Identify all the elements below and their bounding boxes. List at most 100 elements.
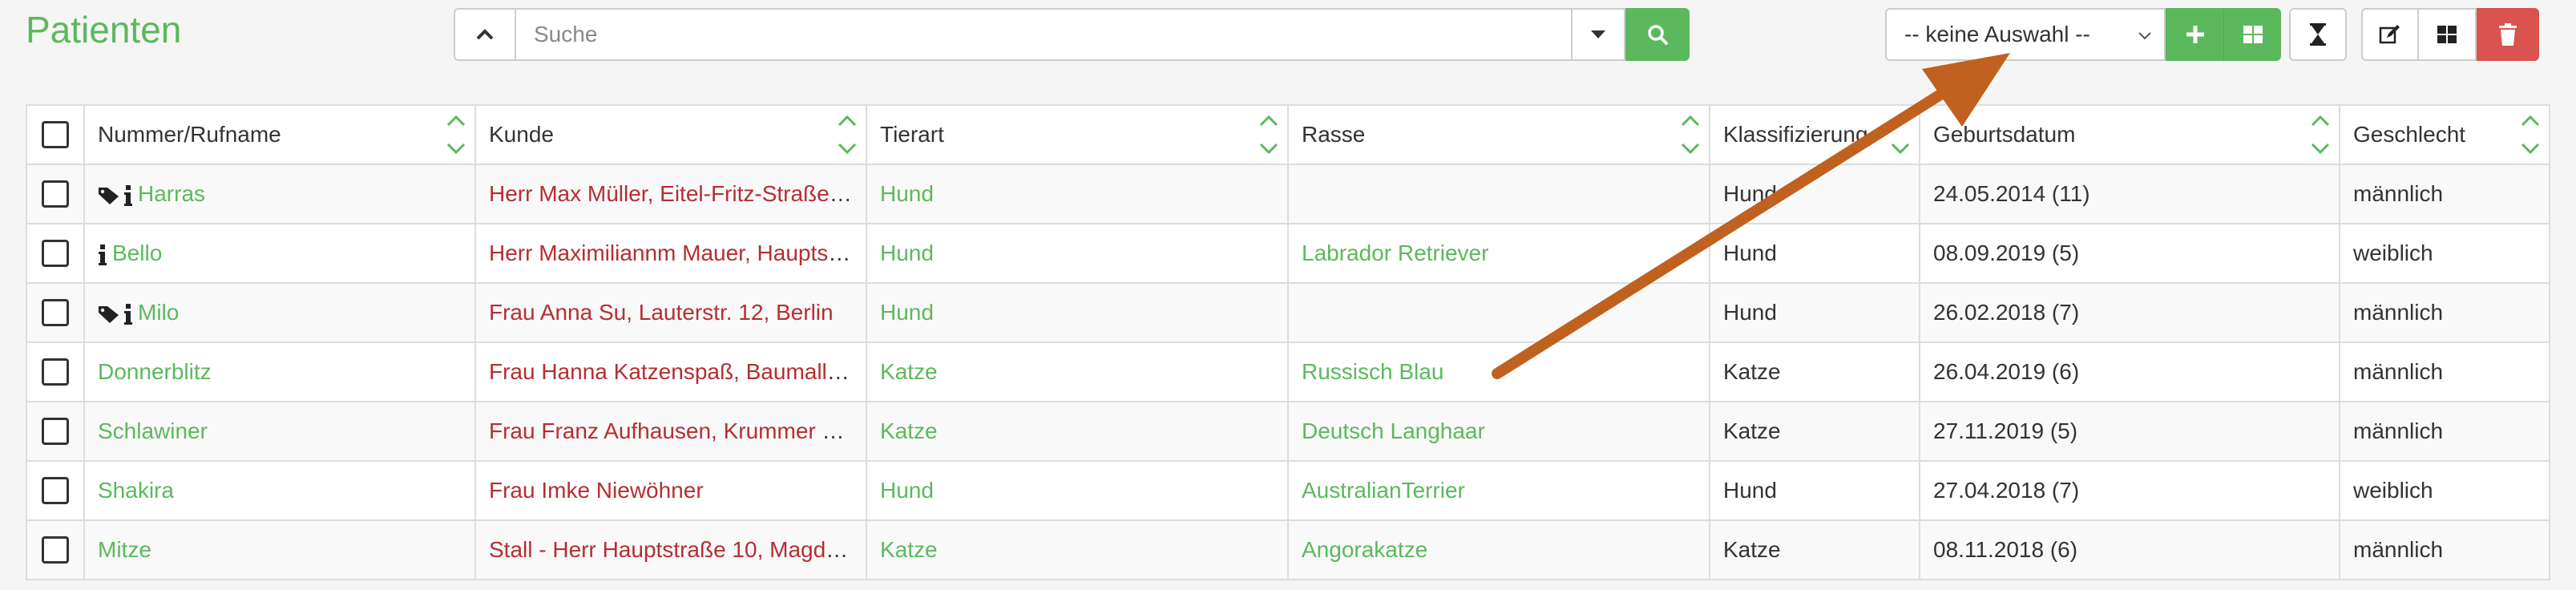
cell-kunde[interactable]: Frau Hanna Katzenspaß, Baumalle… [474, 341, 867, 402]
table-row[interactable]: Donnerblitz Frau Hanna Katzenspaß, Baumal… [26, 341, 2550, 402]
row-checkbox[interactable] [42, 418, 69, 446]
patient-name-link[interactable]: Shakira [98, 478, 174, 503]
grid-view-button[interactable] [2223, 8, 2281, 61]
cell-name[interactable]: Shakira [83, 460, 476, 521]
row-checkbox-cell[interactable] [26, 460, 85, 521]
view-select[interactable]: -- keine Auswahl -- [1885, 8, 2166, 61]
sort-icon[interactable] [837, 112, 858, 157]
breed-link[interactable]: Deutsch Langhaar [1302, 418, 1485, 443]
hourglass-button[interactable] [2289, 8, 2347, 61]
column-header[interactable]: Geschlecht [2339, 104, 2550, 165]
row-checkbox[interactable] [42, 358, 69, 386]
column-header[interactable]: Tierart [866, 104, 1289, 165]
patient-name-link[interactable]: Donnerblitz [98, 359, 212, 384]
sort-icon[interactable] [2520, 112, 2541, 157]
edit-button[interactable] [2361, 8, 2419, 61]
breed-link[interactable]: Russisch Blau [1302, 359, 1443, 384]
cell-name[interactable]: Mitze [83, 519, 476, 580]
column-header[interactable]: Rasse [1287, 104, 1710, 165]
cell-tierart[interactable]: Hund [866, 282, 1289, 343]
customer-link[interactable]: Herr Maximiliannm Mauer, Hauptst… [489, 240, 857, 265]
row-checkbox-cell[interactable] [26, 164, 85, 224]
row-checkbox[interactable] [42, 180, 69, 208]
table-row[interactable]: Bello Herr Maximiliannm Mauer, Hauptst… Hu… [26, 223, 2550, 284]
cell-name[interactable]: Harras [83, 164, 476, 224]
cell-rasse[interactable] [1287, 164, 1710, 224]
species-link[interactable]: Hund [880, 300, 934, 325]
sort-icon[interactable] [1890, 112, 1911, 157]
row-checkbox-cell[interactable] [26, 282, 85, 343]
customer-link[interactable]: Herr Max Müller, Eitel-Fritz-Straße … [489, 181, 858, 206]
row-checkbox-cell[interactable] [26, 401, 85, 462]
row-checkbox-cell[interactable] [26, 341, 85, 402]
cell-name[interactable]: Schlawiner [83, 401, 476, 462]
search-input[interactable] [515, 8, 1573, 61]
customer-link[interactable]: Frau Anna Su, Lauterstr. 12, Berlin [489, 300, 834, 325]
cell-tierart[interactable]: Katze [866, 401, 1289, 462]
table-row[interactable]: Schlawiner Frau Franz Aufhausen, Krummer … [26, 401, 2550, 462]
patient-name-link[interactable]: Bello [112, 240, 162, 265]
cell-rasse[interactable]: AustralianTerrier [1287, 460, 1710, 521]
search-button[interactable] [1625, 8, 1690, 61]
species-link[interactable]: Hund [880, 240, 934, 265]
sort-icon[interactable] [1258, 112, 1279, 157]
cell-tierart[interactable]: Katze [866, 519, 1289, 580]
customer-link[interactable]: Stall - Herr Hauptstraße 10, Magde… [489, 537, 861, 562]
cell-kunde[interactable]: Frau Anna Su, Lauterstr. 12, Berlin [474, 282, 867, 343]
species-link[interactable]: Katze [880, 418, 938, 443]
cell-rasse[interactable]: Deutsch Langhaar [1287, 401, 1710, 462]
tile-view-button[interactable] [2419, 8, 2477, 61]
table-row[interactable]: Shakira Frau Imke Niewöhner Hund Australian… [26, 460, 2550, 521]
customer-link[interactable]: Frau Franz Aufhausen, Krummer W… [489, 418, 865, 443]
breed-link[interactable]: Angorakatze [1302, 537, 1427, 562]
cell-name[interactable]: Donnerblitz [83, 341, 476, 402]
cell-kunde[interactable]: Herr Max Müller, Eitel-Fritz-Straße … [474, 164, 867, 224]
species-link[interactable]: Hund [880, 181, 934, 206]
collapse-button[interactable] [454, 8, 515, 61]
column-header[interactable]: Geburtsdatum [1919, 104, 2340, 165]
cell-tierart[interactable]: Hund [866, 460, 1289, 521]
customer-link[interactable]: Frau Hanna Katzenspaß, Baumalle… [489, 359, 862, 384]
cell-rasse[interactable]: Labrador Retriever [1287, 223, 1710, 284]
table-row[interactable]: Mitze Stall - Herr Hauptstraße 10, Magde…… [26, 519, 2550, 580]
cell-name[interactable]: Bello [83, 223, 476, 284]
row-checkbox[interactable] [42, 536, 69, 564]
row-checkbox[interactable] [42, 477, 69, 505]
row-checkbox[interactable] [42, 299, 69, 327]
add-button[interactable] [2166, 8, 2223, 61]
cell-name[interactable]: Milo [83, 282, 476, 343]
sort-icon[interactable] [1680, 112, 1701, 157]
patient-name-link[interactable]: Mitze [98, 537, 151, 562]
cell-rasse[interactable]: Angorakatze [1287, 519, 1710, 580]
cell-rasse[interactable] [1287, 282, 1710, 343]
table-row[interactable]: Milo Frau Anna Su, Lauterstr. 12, Berlin H… [26, 282, 2550, 343]
species-link[interactable]: Hund [880, 478, 934, 503]
species-link[interactable]: Katze [880, 359, 938, 384]
cell-kunde[interactable]: Stall - Herr Hauptstraße 10, Magde… [474, 519, 867, 580]
cell-tierart[interactable]: Katze [866, 341, 1289, 402]
row-checkbox[interactable] [42, 240, 69, 268]
cell-kunde[interactable]: Frau Franz Aufhausen, Krummer W… [474, 401, 867, 462]
customer-link[interactable]: Frau Imke Niewöhner [489, 478, 704, 503]
row-checkbox-cell[interactable] [26, 223, 85, 284]
breed-link[interactable]: Labrador Retriever [1302, 240, 1488, 265]
sort-icon[interactable] [446, 112, 466, 157]
breed-link[interactable]: AustralianTerrier [1302, 478, 1465, 503]
cell-kunde[interactable]: Frau Imke Niewöhner [474, 460, 867, 521]
patient-name-link[interactable]: Milo [138, 300, 179, 325]
search-options-dropdown[interactable] [1573, 8, 1625, 61]
table-row[interactable]: Harras Herr Max Müller, Eitel-Fritz-Straß… [26, 164, 2550, 224]
patient-name-link[interactable]: Schlawiner [98, 418, 208, 443]
column-header[interactable]: Nummer/Rufname [83, 104, 476, 165]
column-header[interactable]: Kunde [474, 104, 867, 165]
species-link[interactable]: Katze [880, 537, 938, 562]
sort-icon[interactable] [2310, 112, 2331, 157]
select-all-checkbox[interactable] [42, 121, 69, 149]
patient-name-link[interactable]: Harras [138, 181, 205, 206]
select-all-checkbox-cell[interactable] [26, 104, 85, 165]
delete-button[interactable] [2477, 8, 2539, 61]
cell-rasse[interactable]: Russisch Blau [1287, 341, 1710, 402]
row-checkbox-cell[interactable] [26, 519, 85, 580]
column-header[interactable]: Klassifizierung [1709, 104, 1920, 165]
cell-tierart[interactable]: Hund [866, 164, 1289, 224]
